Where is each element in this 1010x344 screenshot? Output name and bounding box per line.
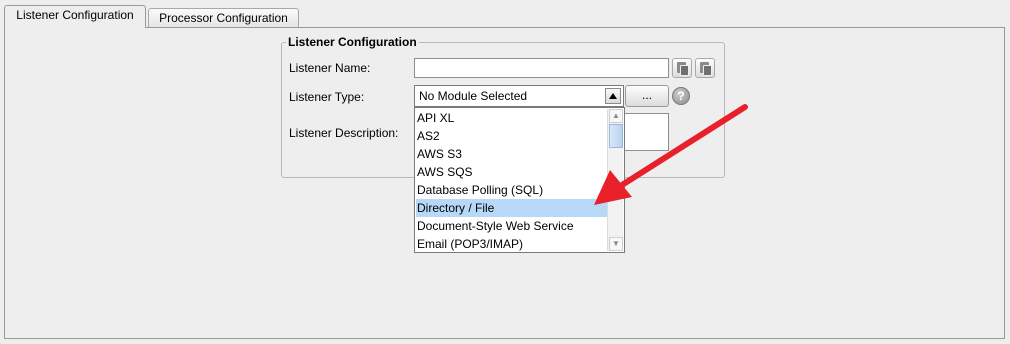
listener-type-select[interactable]: No Module Selected [414, 85, 624, 107]
help-icon[interactable]: ? [672, 87, 690, 105]
listener-name-input[interactable] [414, 58, 669, 78]
chevron-up-icon: ▲ [612, 111, 620, 120]
listener-type-label: Listener Type: [289, 90, 365, 104]
dropdown-scrollbar[interactable]: ▲ ▼ [607, 109, 623, 251]
dropdown-option[interactable]: AWS SQS [416, 163, 607, 181]
tab-processor-configuration[interactable]: Processor Configuration [148, 8, 299, 28]
scroll-down-button[interactable]: ▼ [609, 237, 623, 251]
scroll-thumb[interactable] [609, 124, 623, 148]
dropdown-option[interactable]: Email (POP3/IMAP) [416, 235, 607, 253]
listener-type-value: No Module Selected [419, 89, 528, 103]
listener-name-label: Listener Name: [289, 61, 371, 75]
copy-button[interactable] [672, 58, 692, 78]
scroll-up-button[interactable]: ▲ [609, 109, 623, 123]
paste-button[interactable] [695, 58, 715, 78]
chevron-up-icon [609, 93, 617, 99]
dropdown-option[interactable]: AS2 [416, 127, 607, 145]
dropdown-option[interactable]: Database Polling (SQL) [416, 181, 607, 199]
listener-description-label: Listener Description: [289, 126, 399, 140]
dropdown-option-selected[interactable]: Directory / File [416, 199, 607, 217]
tab-listener-configuration[interactable]: Listener Configuration [4, 5, 146, 28]
dropdown-option[interactable]: API XL [416, 109, 607, 127]
dropdown-toggle-button[interactable] [605, 88, 621, 104]
dropdown-option[interactable]: AWS S3 [416, 145, 607, 163]
chevron-down-icon: ▼ [612, 239, 620, 248]
dropdown-option[interactable]: Document-Style Web Service [416, 217, 607, 235]
browse-module-button[interactable]: ... [625, 85, 669, 107]
group-title: Listener Configuration [286, 35, 419, 49]
listener-type-dropdown-list: API XL AS2 AWS S3 AWS SQS Database Polli… [414, 107, 625, 253]
